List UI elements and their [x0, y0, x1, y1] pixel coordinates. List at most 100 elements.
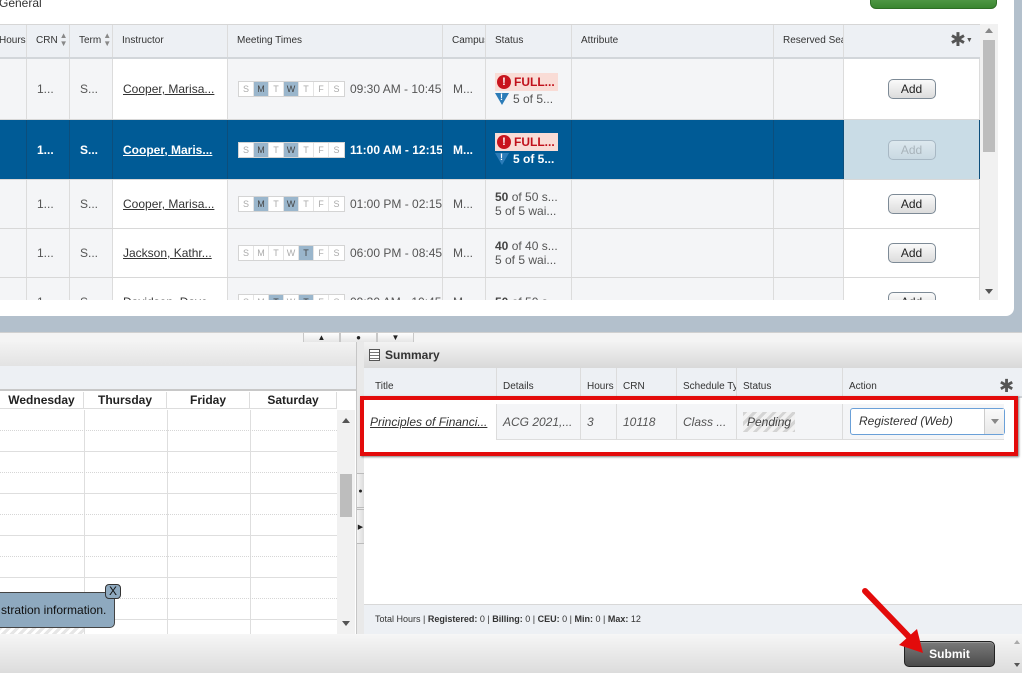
column-header-status[interactable]: Status: [486, 25, 572, 57]
meeting-time: 09:30 AM - 10:45: [350, 82, 442, 96]
close-icon[interactable]: X: [105, 584, 121, 599]
scroll-thumb[interactable]: [340, 474, 352, 517]
crn-cell: 1...: [27, 180, 70, 228]
attribute-cell: [572, 120, 774, 179]
column-label: Attribute: [581, 35, 619, 46]
crn-cell: 1...: [27, 278, 70, 300]
scroll-up-icon[interactable]: [1014, 640, 1020, 644]
calendar-row-line: [0, 535, 337, 536]
full-label: FULL...: [514, 135, 555, 149]
crn-value: 1...: [37, 197, 54, 211]
scroll-down-icon[interactable]: [342, 621, 350, 626]
chevron-down-icon[interactable]: [984, 409, 1004, 434]
add-button[interactable]: Add: [887, 243, 936, 263]
weekday-box: F: [314, 246, 329, 260]
column-label: Instructor: [122, 35, 164, 46]
expand-cell[interactable]: [0, 120, 27, 179]
column-header-details[interactable]: Details: [497, 368, 581, 396]
course-title-link[interactable]: Principles of Financi...: [370, 415, 487, 429]
panel-splitter[interactable]: ▲ ● ▼: [0, 332, 1022, 343]
summary-titlebar: Summary: [364, 342, 1022, 368]
gear-icon[interactable]: ✱: [999, 376, 1014, 397]
weekday-box: T: [299, 142, 314, 157]
gear-icon[interactable]: ✱▼: [950, 31, 973, 51]
table-row[interactable]: 1... S... Cooper, Marisa... S M T W T F S 01:00 PM…: [0, 180, 980, 229]
column-header-status[interactable]: Status: [737, 368, 843, 396]
column-header-crn[interactable]: CRN: [617, 368, 677, 396]
column-header-crn[interactable]: CRN ▲ ▼: [27, 25, 70, 57]
weekday-indicator: SMTWTFS: [238, 196, 345, 212]
page-scrollbar[interactable]: [1013, 634, 1022, 673]
column-header-schedule-type[interactable]: Schedule Type: [677, 368, 737, 396]
weekday-box: T: [299, 197, 314, 211]
expand-cell[interactable]: [0, 59, 27, 119]
calendar-scrollbar[interactable]: [337, 410, 355, 634]
scroll-thumb[interactable]: [983, 40, 995, 152]
add-cell: Add: [844, 59, 980, 119]
campus-value: M...: [453, 82, 473, 96]
hours-cell: 3: [581, 404, 617, 440]
instructor-link[interactable]: Davidson, Dave...: [123, 295, 218, 300]
green-action-button[interactable]: [870, 0, 997, 9]
sort-icon[interactable]: ▲ ▼: [60, 32, 68, 48]
weekday-indicator: SMTWTFS: [238, 245, 345, 261]
table-row[interactable]: 1... S... Cooper, Marisa... S M T W T F S 09:30 AM…: [0, 59, 980, 120]
full-status-badge: ! FULL...: [495, 72, 558, 91]
weekday-indicator: SMTWTFS: [238, 294, 345, 300]
weekday-box: M: [254, 295, 269, 300]
column-header-meeting-times[interactable]: Meeting Times: [228, 25, 443, 57]
column-header-campus[interactable]: Campus: [443, 25, 486, 57]
scroll-up-icon[interactable]: [985, 28, 993, 33]
waitlist-line: 5 of 5...: [495, 92, 553, 106]
billing-label: Billing:: [492, 614, 523, 624]
max-value: 12: [630, 614, 641, 624]
table-row[interactable]: 1... S... Jackson, Kathr... S M T W T F S 06:00 PM…: [0, 229, 980, 278]
instructor-link[interactable]: Cooper, Marisa...: [123, 197, 214, 211]
column-header-attribute[interactable]: Attribute: [572, 25, 774, 57]
add-button[interactable]: Add: [887, 79, 936, 99]
column-header-title[interactable]: Title: [364, 368, 497, 396]
expand-cell[interactable]: [0, 278, 27, 300]
results-scrollbar[interactable]: [980, 24, 998, 300]
calendar-row-line: [0, 514, 337, 515]
scroll-up-icon[interactable]: [342, 418, 350, 423]
add-button[interactable]: Add: [887, 139, 936, 160]
instructor-link[interactable]: Cooper, Maris...: [123, 143, 212, 157]
weekday-box: F: [314, 82, 329, 96]
column-header-hours[interactable]: Hours: [0, 25, 27, 57]
add-button[interactable]: Add: [887, 292, 936, 300]
expand-cell[interactable]: [0, 229, 27, 277]
submit-button[interactable]: Submit: [904, 641, 995, 667]
summary-grid-header: Title Details Hours CRN Schedule Type St…: [364, 368, 1022, 398]
weekday-box: M: [254, 197, 269, 211]
expand-cell[interactable]: [0, 180, 27, 228]
table-row[interactable]: 1... S... Cooper, Maris... S M T W T F S 11:00 AM …: [0, 120, 980, 180]
waitlist-line: 5 of 5...: [495, 152, 554, 166]
table-row[interactable]: 1...S...Davidson, Dave...SMTWTFS09:30 AM…: [0, 278, 980, 300]
weekday-box: T: [269, 82, 284, 96]
scroll-down-icon[interactable]: [1014, 663, 1020, 667]
campus-cell: M...: [443, 59, 486, 119]
crn-value: 1...: [37, 246, 54, 260]
add-button[interactable]: Add: [887, 194, 936, 214]
column-header-reserved-seats[interactable]: Reserved Seats: [774, 25, 844, 57]
action-selected-value: Registered (Web): [859, 414, 953, 428]
column-header-term[interactable]: Term ▲ ▼: [70, 25, 113, 57]
instructor-link[interactable]: Cooper, Marisa...: [123, 82, 214, 96]
column-header-hours[interactable]: Hours: [581, 368, 617, 396]
column-header-action[interactable]: Action: [843, 368, 1003, 396]
meeting-times-cell: S M T W T F S 01:00 PM - 02:15: [228, 180, 443, 228]
bottom-toolbar: [0, 634, 1022, 673]
triangle-right-icon[interactable]: ▶: [357, 509, 364, 544]
panel-divider[interactable]: ● ▶: [356, 342, 364, 634]
full-status-badge: ! FULL...: [495, 133, 558, 151]
action-dropdown[interactable]: Registered (Web): [850, 408, 1005, 435]
waitlist-value: 5 of 5 wai...: [495, 204, 557, 218]
sort-icon[interactable]: ▲ ▼: [103, 32, 111, 48]
instructor-link[interactable]: Jackson, Kathr...: [123, 246, 212, 260]
scroll-down-icon[interactable]: [985, 289, 993, 294]
schedule-type-cell: Class ...: [677, 404, 737, 440]
column-header-instructor[interactable]: Instructor: [113, 25, 228, 57]
status-badge: Pending: [743, 412, 796, 432]
dot-icon[interactable]: ●: [357, 473, 364, 508]
